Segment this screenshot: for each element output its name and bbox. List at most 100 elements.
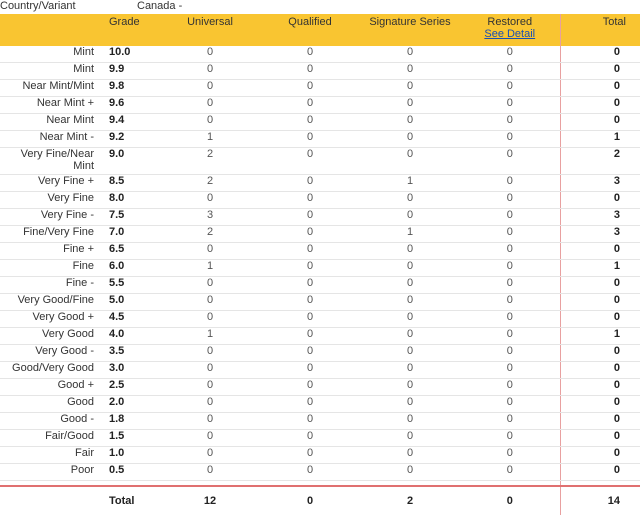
row-grade-value: 4.0: [98, 327, 160, 345]
row-grade-value: 9.9: [98, 62, 160, 80]
row-grade-name: Very Good/Fine: [0, 293, 98, 311]
totals-row: Total 12 0 2 0 14: [0, 486, 640, 515]
row-grade-value: 6.0: [98, 259, 160, 277]
row-grade-value: 7.0: [98, 225, 160, 243]
row-grade-name: Fine: [0, 259, 98, 277]
header-grade: Grade: [109, 16, 140, 28]
row-signature-series: 1: [360, 225, 460, 243]
row-total: 1: [559, 327, 640, 345]
row-grade-value: 6.5: [98, 242, 160, 260]
row-signature-series: 0: [360, 276, 460, 294]
table-row: Very Good 4.0 1 0 0 0 1: [0, 327, 640, 345]
totals-total: 14: [559, 486, 640, 515]
row-total: 0: [559, 361, 640, 379]
row-universal: 0: [160, 412, 260, 430]
row-grade-name: Fine +: [0, 242, 98, 260]
row-qualified: 0: [260, 378, 360, 396]
table-row: Near Mint -9.2 1 0 0 0 1: [0, 130, 640, 148]
row-grade-name: Mint: [0, 46, 98, 63]
row-grade-name: Good -: [0, 412, 98, 430]
row-restored: 0: [460, 113, 560, 131]
row-universal: 0: [160, 293, 260, 311]
header-name: [0, 14, 98, 46]
row-total: 0: [559, 463, 640, 481]
row-grade-name: Very Good -: [0, 344, 98, 362]
row-qualified: 0: [260, 463, 360, 481]
see-detail-link[interactable]: See Detail: [460, 28, 560, 40]
table-body: Mint 10.0 0 0 0 0 0 Mint 9.9 0 0 0 0 0 Near Mint/Mint 9…: [0, 46, 640, 481]
row-grade-value: 1.8: [98, 412, 160, 430]
row-universal: 1: [160, 130, 260, 148]
table-row: Fair 1.0 0 0 0 0 0: [0, 446, 640, 464]
row-universal: 0: [160, 113, 260, 131]
row-universal: 3: [160, 208, 260, 226]
row-total: 0: [559, 79, 640, 97]
row-signature-series: 0: [360, 344, 460, 362]
header-total: Total: [559, 14, 640, 46]
row-universal: 0: [160, 96, 260, 114]
table-row: Mint 10.0 0 0 0 0 0: [0, 46, 640, 63]
table-row: Very Good -3.5 0 0 0 0 0: [0, 344, 640, 362]
row-total: 1: [559, 259, 640, 277]
row-grade-value: 10.0: [98, 46, 160, 63]
row-grade-value: 8.5: [98, 174, 160, 192]
row-signature-series: 0: [360, 259, 460, 277]
row-total: 0: [559, 412, 640, 430]
totals-label: Total: [109, 495, 135, 507]
row-restored: 0: [460, 225, 560, 243]
row-grade-value: 4.5: [98, 310, 160, 328]
row-total: 0: [559, 446, 640, 464]
row-qualified: 0: [260, 62, 360, 80]
row-restored: 0: [460, 344, 560, 362]
row-universal: 0: [160, 429, 260, 447]
row-total: 1: [559, 130, 640, 148]
table-row: Fine/Very Fine 7.0 2 0 1 0 3: [0, 225, 640, 243]
row-universal: 0: [160, 276, 260, 294]
row-qualified: 0: [260, 174, 360, 192]
row-total: 0: [559, 395, 640, 413]
row-qualified: 0: [260, 79, 360, 97]
row-grade-name: Very Fine/Near Mint: [0, 147, 98, 175]
row-restored: 0: [460, 327, 560, 345]
row-restored: 0: [460, 446, 560, 464]
row-universal: 0: [160, 344, 260, 362]
row-total: 0: [559, 242, 640, 260]
row-restored: 0: [460, 130, 560, 148]
row-qualified: 0: [260, 412, 360, 430]
row-restored: 0: [460, 429, 560, 447]
row-qualified: 0: [260, 147, 360, 175]
row-grade-value: 5.0: [98, 293, 160, 311]
row-universal: 2: [160, 174, 260, 192]
row-restored: 0: [460, 378, 560, 396]
table-row: Fine -5.5 0 0 0 0 0: [0, 276, 640, 294]
row-signature-series: 0: [360, 293, 460, 311]
row-total: 3: [559, 225, 640, 243]
totals-universal: 12: [203, 495, 217, 507]
table-row: Near Mint/Mint 9.8 0 0 0 0 0: [0, 79, 640, 97]
row-signature-series: 0: [360, 96, 460, 114]
row-signature-series: 0: [360, 310, 460, 328]
row-qualified: 0: [260, 276, 360, 294]
row-grade-name: Very Fine: [0, 191, 98, 209]
table-row: Very Fine 8.0 0 0 0 0 0: [0, 191, 640, 209]
row-qualified: 0: [260, 395, 360, 413]
row-qualified: 0: [260, 293, 360, 311]
header-universal: Universal: [187, 16, 233, 28]
row-universal: 0: [160, 446, 260, 464]
row-restored: 0: [460, 412, 560, 430]
row-universal: 0: [160, 62, 260, 80]
row-grade-value: 3.0: [98, 361, 160, 379]
row-grade-name: Very Fine -: [0, 208, 98, 226]
table-row: Good/Very Good 3.0 0 0 0 0 0: [0, 361, 640, 379]
row-grade-value: 9.0: [98, 147, 160, 175]
table-header-row: Grade Universal Qualified Signature Seri…: [0, 14, 640, 46]
row-qualified: 0: [260, 361, 360, 379]
row-grade-value: 1.5: [98, 429, 160, 447]
row-grade-name: Very Fine +: [0, 174, 98, 192]
row-grade-name: Fine -: [0, 276, 98, 294]
row-universal: 0: [160, 310, 260, 328]
row-grade-name: Fair/Good: [0, 429, 98, 447]
table-row: Good -1.8 0 0 0 0 0: [0, 412, 640, 430]
row-total: 3: [559, 208, 640, 226]
row-grade-value: 2.5: [98, 378, 160, 396]
